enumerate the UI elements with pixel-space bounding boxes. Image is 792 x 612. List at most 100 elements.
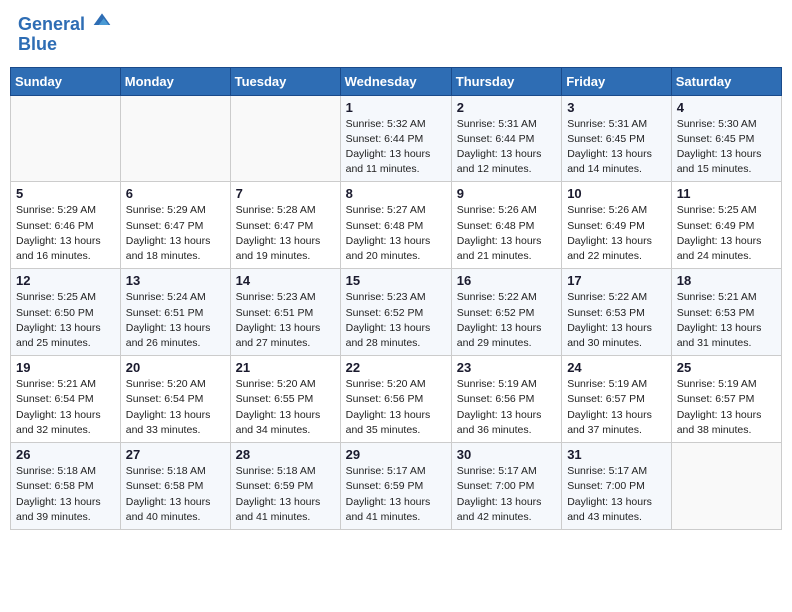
calendar-week-row: 1Sunrise: 5:32 AM Sunset: 6:44 PM Daylig… (11, 95, 782, 182)
day-number: 5 (16, 186, 115, 201)
calendar-cell: 25 Sunrise: 5:19 AM Sunset: 6:57 PM Dayli… (671, 356, 781, 443)
calendar-cell: 24Sunrise: 5:19 AM Sunset: 6:57 PM Dayli… (562, 356, 672, 443)
day-info: Sunrise: 5:19 AM Sunset: 6:57 PM Dayligh… (677, 377, 776, 438)
calendar-cell: 3 Sunrise: 5:31 AM Sunset: 6:45 PM Daylig… (562, 95, 672, 182)
calendar-cell: 1Sunrise: 5:32 AM Sunset: 6:44 PM Daylig… (340, 95, 451, 182)
day-number: 20 (126, 360, 225, 375)
day-number: 21 (236, 360, 335, 375)
day-of-week-header: Thursday (451, 67, 561, 95)
day-number: 26 (16, 447, 115, 462)
calendar-cell: 16 Sunrise: 5:22 AM Sunset: 6:52 PM Dayli… (451, 269, 561, 356)
day-of-week-header: Wednesday (340, 67, 451, 95)
calendar-week-row: 19 Sunrise: 5:21 AM Sunset: 6:54 PM Dayli… (11, 356, 782, 443)
calendar-cell: 23 Sunrise: 5:19 AM Sunset: 6:56 PM Dayli… (451, 356, 561, 443)
day-number: 31 (567, 447, 666, 462)
day-number: 10 (567, 186, 666, 201)
calendar-week-row: 26 Sunrise: 5:18 AM Sunset: 6:58 PM Dayli… (11, 443, 782, 530)
day-number: 22 (346, 360, 446, 375)
day-number: 25 (677, 360, 776, 375)
day-number: 24 (567, 360, 666, 375)
day-info: Sunrise: 5:17 AM Sunset: 7:00 PM Dayligh… (457, 464, 556, 525)
calendar-cell: 28 Sunrise: 5:18 AM Sunset: 6:59 PM Dayli… (230, 443, 340, 530)
calendar-cell: 30 Sunrise: 5:17 AM Sunset: 7:00 PM Dayli… (451, 443, 561, 530)
day-info: Sunrise: 5:28 AM Sunset: 6:47 PM Dayligh… (236, 203, 335, 264)
calendar-header-row: SundayMondayTuesdayWednesdayThursdayFrid… (11, 67, 782, 95)
day-info: Sunrise: 5:17 AM Sunset: 6:59 PM Dayligh… (346, 464, 446, 525)
calendar-cell: 19 Sunrise: 5:21 AM Sunset: 6:54 PM Dayli… (11, 356, 121, 443)
day-number: 7 (236, 186, 335, 201)
day-number: 28 (236, 447, 335, 462)
day-number: 17 (567, 273, 666, 288)
day-number: 29 (346, 447, 446, 462)
day-number: 18 (677, 273, 776, 288)
day-info: Sunrise: 5:32 AM Sunset: 6:44 PM Dayligh… (346, 117, 446, 178)
calendar-cell: 15 Sunrise: 5:23 AM Sunset: 6:52 PM Dayli… (340, 269, 451, 356)
day-info: Sunrise: 5:25 AM Sunset: 6:50 PM Dayligh… (16, 290, 115, 351)
calendar-cell: 27Sunrise: 5:18 AM Sunset: 6:58 PM Dayli… (120, 443, 230, 530)
day-number: 6 (126, 186, 225, 201)
day-info: Sunrise: 5:31 AM Sunset: 6:44 PM Dayligh… (457, 117, 556, 178)
day-info: Sunrise: 5:19 AM Sunset: 6:56 PM Dayligh… (457, 377, 556, 438)
logo-general: General (18, 14, 85, 34)
logo: General Blue (18, 14, 112, 55)
day-number: 16 (457, 273, 556, 288)
calendar-cell: 12 Sunrise: 5:25 AM Sunset: 6:50 PM Dayli… (11, 269, 121, 356)
calendar-cell: 13Sunrise: 5:24 AM Sunset: 6:51 PM Dayli… (120, 269, 230, 356)
day-info: Sunrise: 5:29 AM Sunset: 6:46 PM Dayligh… (16, 203, 115, 264)
calendar-cell: 6 Sunrise: 5:29 AM Sunset: 6:47 PM Daylig… (120, 182, 230, 269)
calendar-cell (230, 95, 340, 182)
calendar-cell: 5 Sunrise: 5:29 AM Sunset: 6:46 PM Daylig… (11, 182, 121, 269)
day-of-week-header: Friday (562, 67, 672, 95)
calendar-cell: 4 Sunrise: 5:30 AM Sunset: 6:45 PM Daylig… (671, 95, 781, 182)
day-info: Sunrise: 5:20 AM Sunset: 6:55 PM Dayligh… (236, 377, 335, 438)
calendar-week-row: 12 Sunrise: 5:25 AM Sunset: 6:50 PM Dayli… (11, 269, 782, 356)
day-number: 3 (567, 100, 666, 115)
calendar-cell: 20 Sunrise: 5:20 AM Sunset: 6:54 PM Dayli… (120, 356, 230, 443)
day-number: 8 (346, 186, 446, 201)
day-number: 15 (346, 273, 446, 288)
day-info: Sunrise: 5:27 AM Sunset: 6:48 PM Dayligh… (346, 203, 446, 264)
day-of-week-header: Monday (120, 67, 230, 95)
day-number: 23 (457, 360, 556, 375)
day-of-week-header: Saturday (671, 67, 781, 95)
logo-blue: Blue (18, 34, 57, 54)
logo-icon (92, 10, 112, 30)
day-info: Sunrise: 5:18 AM Sunset: 6:58 PM Dayligh… (16, 464, 115, 525)
day-number: 30 (457, 447, 556, 462)
page-header: General Blue (10, 10, 782, 59)
calendar-cell: 10 Sunrise: 5:26 AM Sunset: 6:49 PM Dayli… (562, 182, 672, 269)
day-info: Sunrise: 5:22 AM Sunset: 6:52 PM Dayligh… (457, 290, 556, 351)
calendar-cell: 14Sunrise: 5:23 AM Sunset: 6:51 PM Dayli… (230, 269, 340, 356)
day-info: Sunrise: 5:17 AM Sunset: 7:00 PM Dayligh… (567, 464, 666, 525)
calendar-cell: 21 Sunrise: 5:20 AM Sunset: 6:55 PM Dayli… (230, 356, 340, 443)
day-info: Sunrise: 5:21 AM Sunset: 6:53 PM Dayligh… (677, 290, 776, 351)
calendar-cell: 7 Sunrise: 5:28 AM Sunset: 6:47 PM Daylig… (230, 182, 340, 269)
day-info: Sunrise: 5:24 AM Sunset: 6:51 PM Dayligh… (126, 290, 225, 351)
calendar-week-row: 5 Sunrise: 5:29 AM Sunset: 6:46 PM Daylig… (11, 182, 782, 269)
calendar-cell (120, 95, 230, 182)
calendar-cell: 11Sunrise: 5:25 AM Sunset: 6:49 PM Dayli… (671, 182, 781, 269)
day-info: Sunrise: 5:23 AM Sunset: 6:51 PM Dayligh… (236, 290, 335, 351)
day-number: 11 (677, 186, 776, 201)
calendar-cell: 17Sunrise: 5:22 AM Sunset: 6:53 PM Dayli… (562, 269, 672, 356)
calendar-cell (11, 95, 121, 182)
day-info: Sunrise: 5:23 AM Sunset: 6:52 PM Dayligh… (346, 290, 446, 351)
day-info: Sunrise: 5:30 AM Sunset: 6:45 PM Dayligh… (677, 117, 776, 178)
day-info: Sunrise: 5:26 AM Sunset: 6:49 PM Dayligh… (567, 203, 666, 264)
day-number: 4 (677, 100, 776, 115)
day-info: Sunrise: 5:26 AM Sunset: 6:48 PM Dayligh… (457, 203, 556, 264)
day-info: Sunrise: 5:31 AM Sunset: 6:45 PM Dayligh… (567, 117, 666, 178)
day-info: Sunrise: 5:21 AM Sunset: 6:54 PM Dayligh… (16, 377, 115, 438)
day-of-week-header: Tuesday (230, 67, 340, 95)
calendar-cell: 18 Sunrise: 5:21 AM Sunset: 6:53 PM Dayli… (671, 269, 781, 356)
calendar-table: SundayMondayTuesdayWednesdayThursdayFrid… (10, 67, 782, 530)
calendar-cell (671, 443, 781, 530)
day-number: 12 (16, 273, 115, 288)
calendar-cell: 2Sunrise: 5:31 AM Sunset: 6:44 PM Daylig… (451, 95, 561, 182)
day-number: 19 (16, 360, 115, 375)
day-info: Sunrise: 5:20 AM Sunset: 6:54 PM Dayligh… (126, 377, 225, 438)
day-number: 9 (457, 186, 556, 201)
day-info: Sunrise: 5:29 AM Sunset: 6:47 PM Dayligh… (126, 203, 225, 264)
day-info: Sunrise: 5:18 AM Sunset: 6:58 PM Dayligh… (126, 464, 225, 525)
day-info: Sunrise: 5:18 AM Sunset: 6:59 PM Dayligh… (236, 464, 335, 525)
